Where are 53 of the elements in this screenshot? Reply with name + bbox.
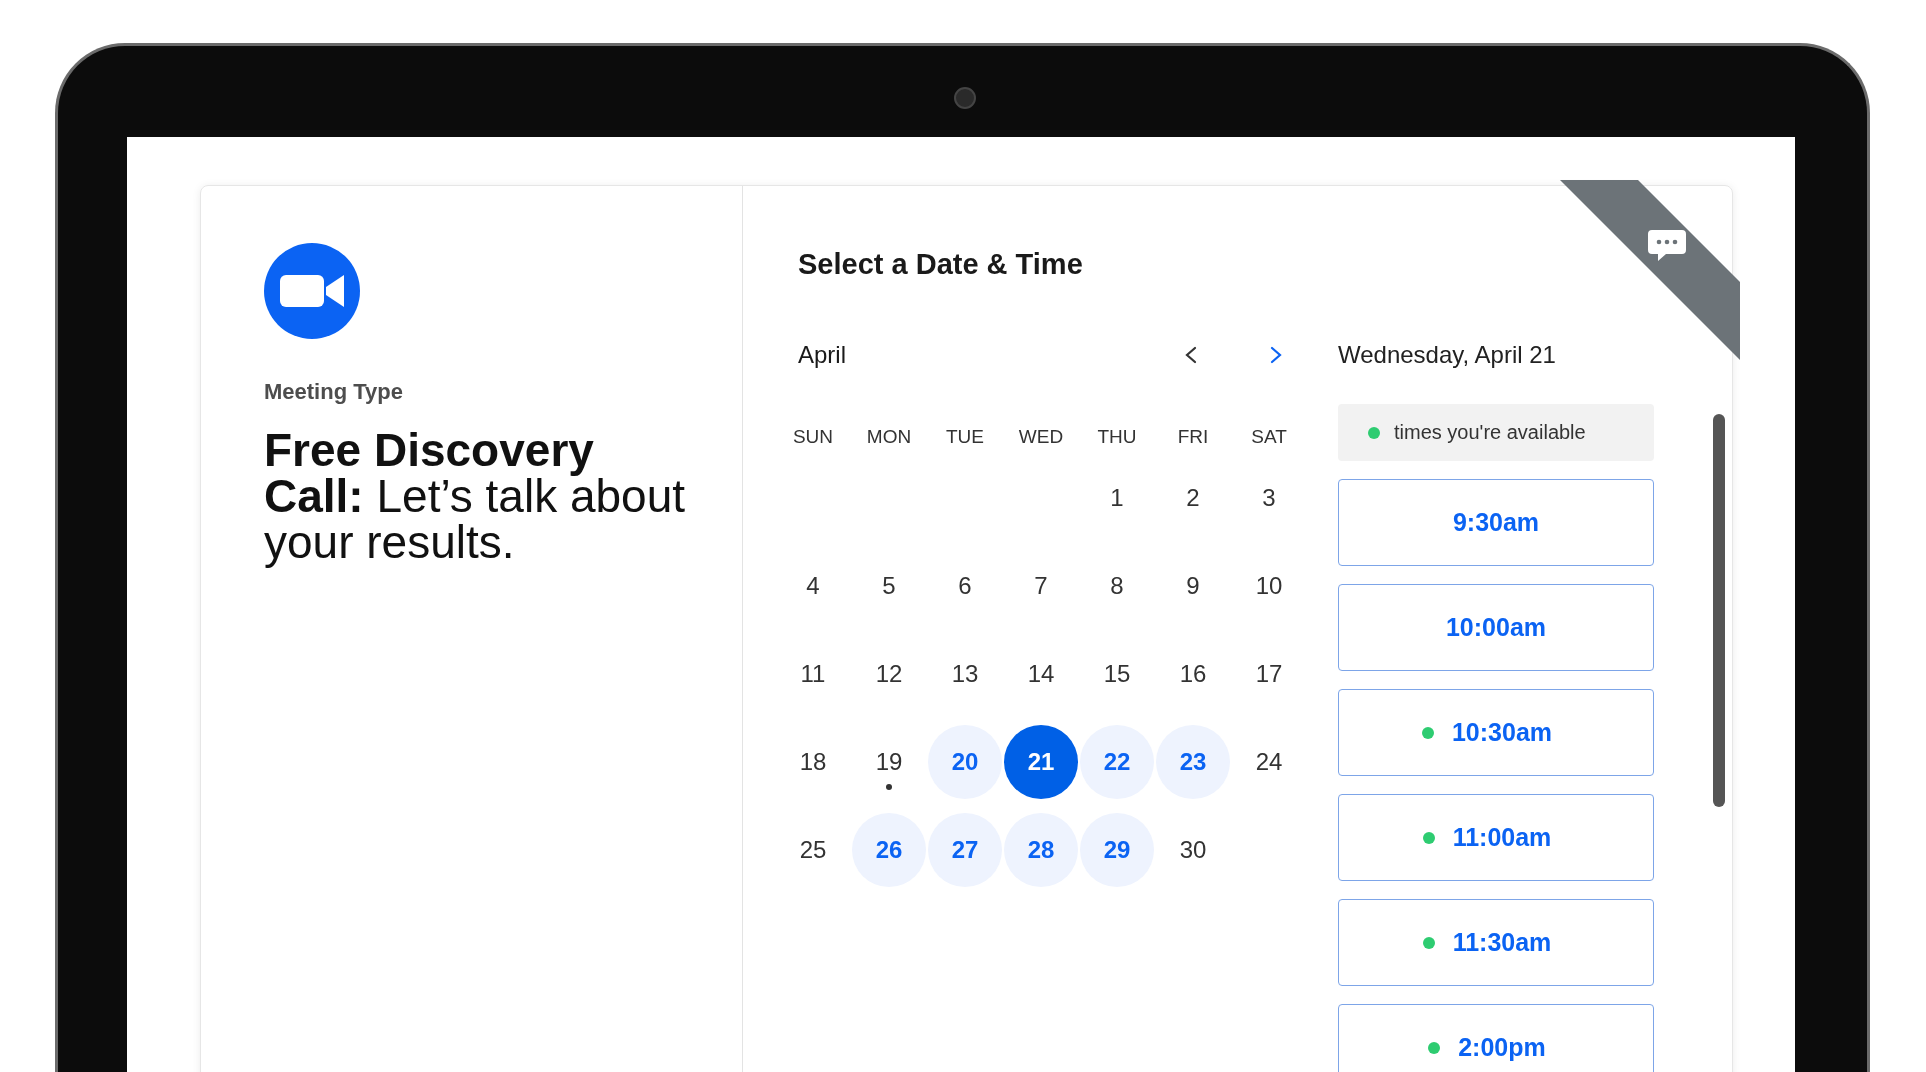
time-slot-button[interactable]: 10:30am (1338, 689, 1654, 776)
time-slot-button[interactable]: 2:00pm (1338, 1004, 1654, 1072)
date-label: 18 (799, 748, 827, 776)
date-button[interactable]: 28 (1004, 813, 1078, 887)
legend-text: times you're available (1394, 421, 1586, 444)
date-label: 11 (800, 660, 826, 688)
time-slot-button[interactable]: 11:30am (1338, 899, 1654, 986)
weekday-label: SAT (1250, 426, 1288, 448)
date-label: 24 (1255, 748, 1283, 776)
date-label: 2 (1186, 484, 1200, 512)
available-dot (1368, 426, 1380, 439)
weekday-label: FRI (1176, 426, 1210, 448)
feedback-ribbon[interactable] (1560, 180, 1740, 360)
scheduler-title: Select a Date & Time (798, 248, 1083, 281)
date-label: 7 (1034, 572, 1048, 600)
weekday-label: WED (1017, 426, 1065, 448)
selected-date-heading: Wednesday, April 21 (1338, 340, 1557, 370)
time-slot-button[interactable]: 10:00am (1338, 584, 1654, 671)
video-camera-icon (264, 243, 360, 339)
date-label: 17 (1255, 660, 1283, 688)
date-label: 4 (806, 572, 820, 600)
date-button[interactable]: 22 (1080, 725, 1154, 799)
date-button[interactable]: 23 (1156, 725, 1230, 799)
weekday-label: TUE (945, 426, 985, 448)
date-label: 30 (1179, 836, 1207, 864)
date-label: 10 (1255, 572, 1283, 600)
date-button[interactable]: 20 (928, 725, 1002, 799)
date-button[interactable]: 26 (852, 813, 926, 887)
date-label: 5 (882, 572, 896, 600)
date-label: 15 (1103, 660, 1131, 688)
date-label: 9 (1186, 572, 1200, 600)
time-slot-button[interactable]: 9:30am (1338, 479, 1654, 566)
date-label: 6 (958, 572, 972, 600)
date-button[interactable]: 21 (1004, 725, 1078, 799)
date-label: 16 (1179, 660, 1207, 688)
scrollbar[interactable] (1713, 414, 1725, 807)
date-label: 25 (799, 836, 827, 864)
weekday-label: THU (1096, 426, 1138, 448)
date-button[interactable]: 29 (1080, 813, 1154, 887)
date-button[interactable]: 27 (928, 813, 1002, 887)
date-label: 14 (1027, 660, 1055, 688)
month-label: April (798, 341, 847, 369)
date-label: 8 (1110, 572, 1124, 600)
camera-icon (953, 87, 976, 109)
time-slot-button[interactable]: 11:00am (1338, 794, 1654, 881)
weekday-label: MON (865, 426, 913, 448)
date-label: 13 (951, 660, 979, 688)
weekday-label: SUN (791, 426, 835, 448)
date-label: 19 (875, 748, 903, 776)
date-label: 3 (1262, 484, 1276, 512)
date-label: 12 (875, 660, 903, 688)
date-label: 1 (1110, 484, 1124, 512)
meeting-type-label: Meeting Type (264, 379, 404, 405)
